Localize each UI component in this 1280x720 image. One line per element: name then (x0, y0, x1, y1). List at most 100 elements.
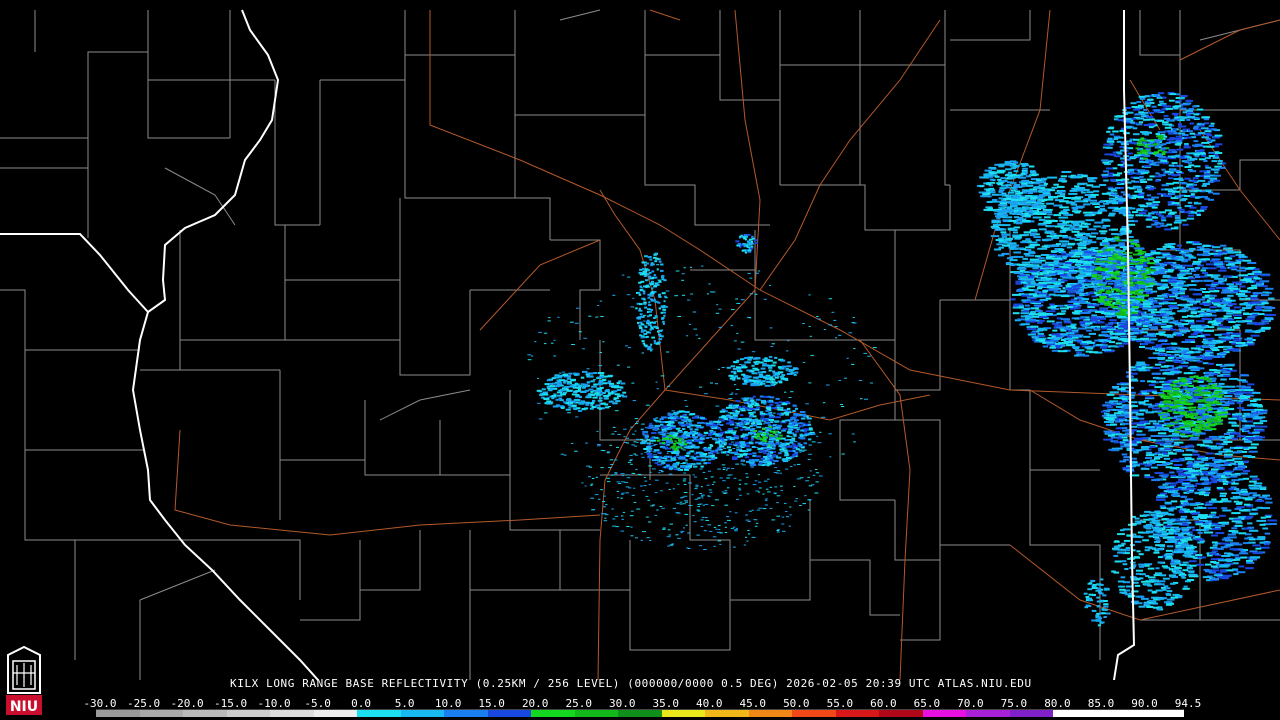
radar-echo (1171, 437, 1180, 440)
radar-echo (1218, 280, 1224, 283)
radar-echo (1140, 181, 1147, 183)
radar-echo (1025, 246, 1035, 249)
radar-echo (983, 173, 990, 176)
radar-echo (1143, 514, 1150, 517)
radar-echo (1106, 140, 1115, 143)
radar-echo (1180, 107, 1187, 110)
radar-echo (1140, 343, 1148, 346)
radar-echo (1149, 126, 1154, 129)
radar-echo (1172, 458, 1182, 461)
radar-echo (1134, 520, 1143, 523)
radar-echo (1122, 439, 1129, 442)
radar-echo (1176, 143, 1182, 146)
radar-echo (1226, 328, 1235, 331)
radar-echo (1177, 284, 1185, 287)
radar-echo (1036, 208, 1041, 210)
radar-echo (1054, 337, 1060, 340)
radar-echo (1252, 552, 1263, 555)
radar-echo (1216, 486, 1224, 489)
radar-echo (1172, 320, 1179, 323)
radar-echo (1252, 478, 1260, 481)
radar-echo (1118, 434, 1128, 437)
radar-echo (1087, 177, 1097, 180)
radar-echo (1087, 291, 1095, 294)
radar-echo (1122, 429, 1129, 432)
radar-echo (1109, 400, 1119, 403)
radar-echo (1207, 326, 1215, 329)
radar-echo (1190, 333, 1198, 336)
radar-echo (1038, 228, 1047, 231)
radar-echo (1252, 277, 1260, 280)
radar-echo (1051, 186, 1058, 189)
radar-echo (1133, 451, 1139, 454)
radar-echo (1240, 488, 1248, 491)
radar-echo (1113, 138, 1119, 140)
radar-echo (1220, 368, 1230, 371)
radar-echo (1110, 293, 1118, 296)
radar-echo (1182, 569, 1188, 572)
radar-echo (1238, 290, 1248, 293)
radar-echo (1035, 239, 1041, 242)
radar-echo (1119, 588, 1126, 591)
radar-echo (1033, 236, 1041, 239)
radar-echo (1178, 571, 1183, 574)
radar-echo (1061, 252, 1068, 255)
radar-echo (1119, 591, 1127, 594)
radar-echo (1148, 98, 1154, 101)
radar-echo (1187, 298, 1194, 301)
radar-echo (1152, 367, 1161, 369)
radar-echo (1183, 467, 1193, 470)
radar-echo (1063, 264, 1072, 266)
radar-echo (1192, 453, 1200, 456)
radar-echo (1115, 342, 1122, 345)
radar-echo (1132, 316, 1141, 319)
radar-echo (1062, 255, 1068, 258)
radar-echo (1012, 306, 1019, 309)
radar-echo (1102, 240, 1109, 242)
radar-echo (1022, 220, 1031, 222)
radar-echo (1227, 536, 1237, 539)
radar-echo (1185, 254, 1192, 257)
radar-echo (1235, 344, 1244, 347)
radar-echo (1224, 364, 1235, 367)
radar-echo (1032, 336, 1038, 339)
radar-echo (1155, 175, 1162, 178)
radar-echo (1120, 335, 1128, 338)
radar-echo (1078, 354, 1084, 357)
radar-echo (1010, 256, 1018, 259)
radar-echo (1180, 496, 1187, 498)
radar-echo (1249, 413, 1259, 416)
radar-echo (1238, 516, 1246, 519)
radar-echo (1161, 320, 1169, 323)
radar-echo (1160, 217, 1166, 220)
radar-echo (1047, 213, 1053, 216)
radar-echo (1186, 102, 1192, 105)
radar-echo (1173, 137, 1182, 140)
radar-echo (1074, 284, 1082, 287)
radar-echo (1211, 541, 1218, 544)
radar-echo (1158, 432, 1167, 435)
radar-echo (1171, 174, 1180, 176)
radar-echo (1159, 369, 1167, 372)
radar-echo (1049, 303, 1055, 306)
radar-echo (1140, 448, 1149, 451)
radar-echo (1045, 341, 1054, 344)
radar-echo (1017, 318, 1025, 321)
radar-echo (1013, 226, 1020, 229)
radar-echo (1081, 175, 1088, 178)
radar-echo (1215, 442, 1222, 445)
radar-echo (1213, 289, 1220, 292)
radar-echo (1136, 430, 1143, 433)
radar-echo (1155, 213, 1162, 216)
radar-echo (1085, 273, 1092, 275)
radar-echo (1238, 320, 1245, 323)
radar-echo (1241, 420, 1247, 423)
radar-echo (1152, 606, 1159, 609)
radar-echo (1036, 179, 1042, 181)
radar-echo (1148, 384, 1156, 387)
radar-echo (1153, 164, 1160, 167)
radar-echo (1190, 315, 1200, 318)
radar-echo (1219, 495, 1226, 497)
radar-echo (1141, 446, 1151, 448)
radar-echo (1048, 263, 1054, 266)
